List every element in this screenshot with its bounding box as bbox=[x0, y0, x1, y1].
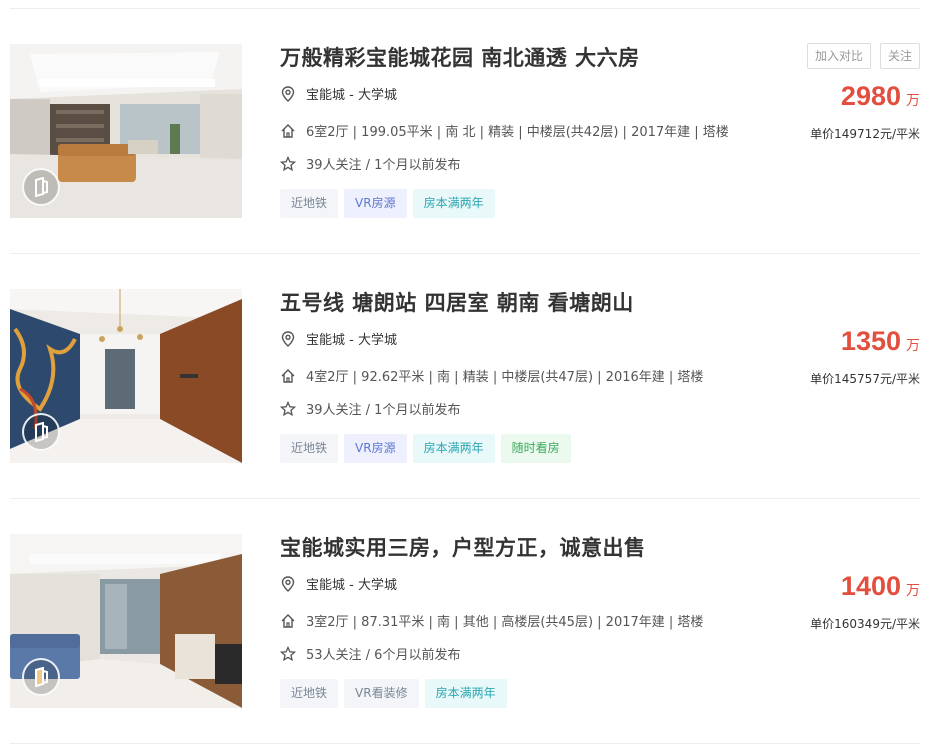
house-icon bbox=[280, 368, 296, 384]
location-row: 宝能城 - 大学城 bbox=[280, 329, 397, 348]
tag-vr-listing: VR房源 bbox=[344, 434, 407, 463]
location-row: 宝能城 - 大学城 bbox=[280, 574, 397, 593]
tag-deed-two-years: 房本满两年 bbox=[412, 189, 495, 218]
house-info-text: 4室2厅 | 92.62平米 | 南 | 精装 | 中楼层(共47层) | 20… bbox=[306, 370, 704, 385]
follow-info-row: 53人关注 / 6个月以前发布 bbox=[280, 644, 460, 663]
listing-title[interactable]: 五号线 塘朗站 四居室 朝南 看塘朗山 bbox=[280, 287, 634, 317]
tag-vr-decoration: VR看装修 bbox=[344, 679, 419, 708]
tag-list: 近地铁 VR看装修 房本满两年 bbox=[280, 679, 507, 708]
listing-item: 五号线 塘朗站 四居室 朝南 看塘朗山 宝能城 - 大学城 4室2厅 | 92.… bbox=[10, 254, 920, 499]
unit-price: 单价160349元/平米 bbox=[810, 617, 920, 631]
listing-title[interactable]: 万般精彩宝能城花园 南北通透 大六房 bbox=[280, 42, 640, 72]
total-price-value: 1400 bbox=[840, 571, 901, 601]
total-price: 2980 万 bbox=[841, 81, 920, 112]
total-price: 1350 万 bbox=[841, 326, 920, 357]
tag-view-anytime: 随时看房 bbox=[500, 434, 571, 463]
tag-near-subway: 近地铁 bbox=[280, 189, 339, 218]
vr-badge-icon bbox=[22, 413, 60, 451]
listing-item: 宝能城实用三房，户型方正，诚意出售 宝能城 - 大学城 3室2厅 | 87.31… bbox=[10, 499, 920, 744]
listing-photo[interactable] bbox=[10, 44, 242, 218]
tag-vr-listing: VR房源 bbox=[344, 189, 407, 218]
follow-info-row: 39人关注 / 1个月以前发布 bbox=[280, 154, 460, 173]
unit-price: 单价149712元/平米 bbox=[810, 127, 920, 141]
house-icon bbox=[280, 123, 296, 139]
vr-badge-icon bbox=[22, 168, 60, 206]
listing-list: 万般精彩宝能城花园 南北通透 大六房 宝能城 - 大学城 6室2厅 | 199.… bbox=[10, 8, 920, 744]
listing-title[interactable]: 宝能城实用三房，户型方正，诚意出售 bbox=[280, 532, 646, 562]
total-price-value: 1350 bbox=[840, 326, 901, 356]
star-icon bbox=[280, 155, 296, 172]
listing-item: 万般精彩宝能城花园 南北通透 大六房 宝能城 - 大学城 6室2厅 | 199.… bbox=[10, 9, 920, 254]
unit-price: 单价145757元/平米 bbox=[810, 372, 920, 386]
house-info-row: 4室2厅 | 92.62平米 | 南 | 精装 | 中楼层(共47层) | 20… bbox=[280, 366, 703, 385]
listing-photo[interactable] bbox=[10, 534, 242, 708]
location-pin-icon bbox=[280, 330, 296, 347]
tag-near-subway: 近地铁 bbox=[280, 434, 339, 463]
total-price-value: 2980 bbox=[840, 81, 901, 111]
total-price-unit: 万 bbox=[906, 93, 920, 109]
listing-photo[interactable] bbox=[10, 289, 242, 463]
total-price-unit: 万 bbox=[906, 583, 920, 599]
location-pin-icon bbox=[280, 575, 296, 592]
house-info-row: 3室2厅 | 87.31平米 | 南 | 其他 | 高楼层(共45层) | 20… bbox=[280, 611, 703, 630]
tag-near-subway: 近地铁 bbox=[280, 679, 339, 708]
follow-info-text: 39人关注 / 1个月以前发布 bbox=[306, 403, 461, 418]
total-price-unit: 万 bbox=[906, 338, 920, 354]
star-icon bbox=[280, 400, 296, 417]
vr-badge-icon bbox=[22, 658, 60, 696]
house-info-row: 6室2厅 | 199.05平米 | 南 北 | 精装 | 中楼层(共42层) |… bbox=[280, 121, 729, 140]
star-icon bbox=[280, 645, 296, 662]
add-compare-button[interactable]: 加入对比 bbox=[806, 43, 871, 69]
tag-deed-two-years: 房本满两年 bbox=[412, 434, 495, 463]
tag-deed-two-years: 房本满两年 bbox=[424, 679, 507, 708]
tag-list: 近地铁 VR房源 房本满两年 随时看房 bbox=[280, 434, 571, 463]
location-pin-icon bbox=[280, 85, 296, 102]
house-info-text: 6室2厅 | 199.05平米 | 南 北 | 精装 | 中楼层(共42层) |… bbox=[306, 125, 729, 140]
house-info-text: 3室2厅 | 87.31平米 | 南 | 其他 | 高楼层(共45层) | 20… bbox=[306, 615, 704, 630]
follow-info-row: 39人关注 / 1个月以前发布 bbox=[280, 399, 460, 418]
location-row: 宝能城 - 大学城 bbox=[280, 84, 397, 103]
house-icon bbox=[280, 613, 296, 629]
community-link[interactable]: 宝能城 - 大学城 bbox=[306, 329, 397, 348]
follow-info-text: 53人关注 / 6个月以前发布 bbox=[306, 648, 461, 663]
follow-button[interactable]: 关注 bbox=[879, 43, 920, 69]
community-link[interactable]: 宝能城 - 大学城 bbox=[306, 84, 397, 103]
community-link[interactable]: 宝能城 - 大学城 bbox=[306, 574, 397, 593]
total-price: 1400 万 bbox=[841, 571, 920, 602]
follow-info-text: 39人关注 / 1个月以前发布 bbox=[306, 158, 461, 173]
listing-actions: 加入对比 关注 bbox=[806, 43, 920, 69]
tag-list: 近地铁 VR房源 房本满两年 bbox=[280, 189, 495, 218]
